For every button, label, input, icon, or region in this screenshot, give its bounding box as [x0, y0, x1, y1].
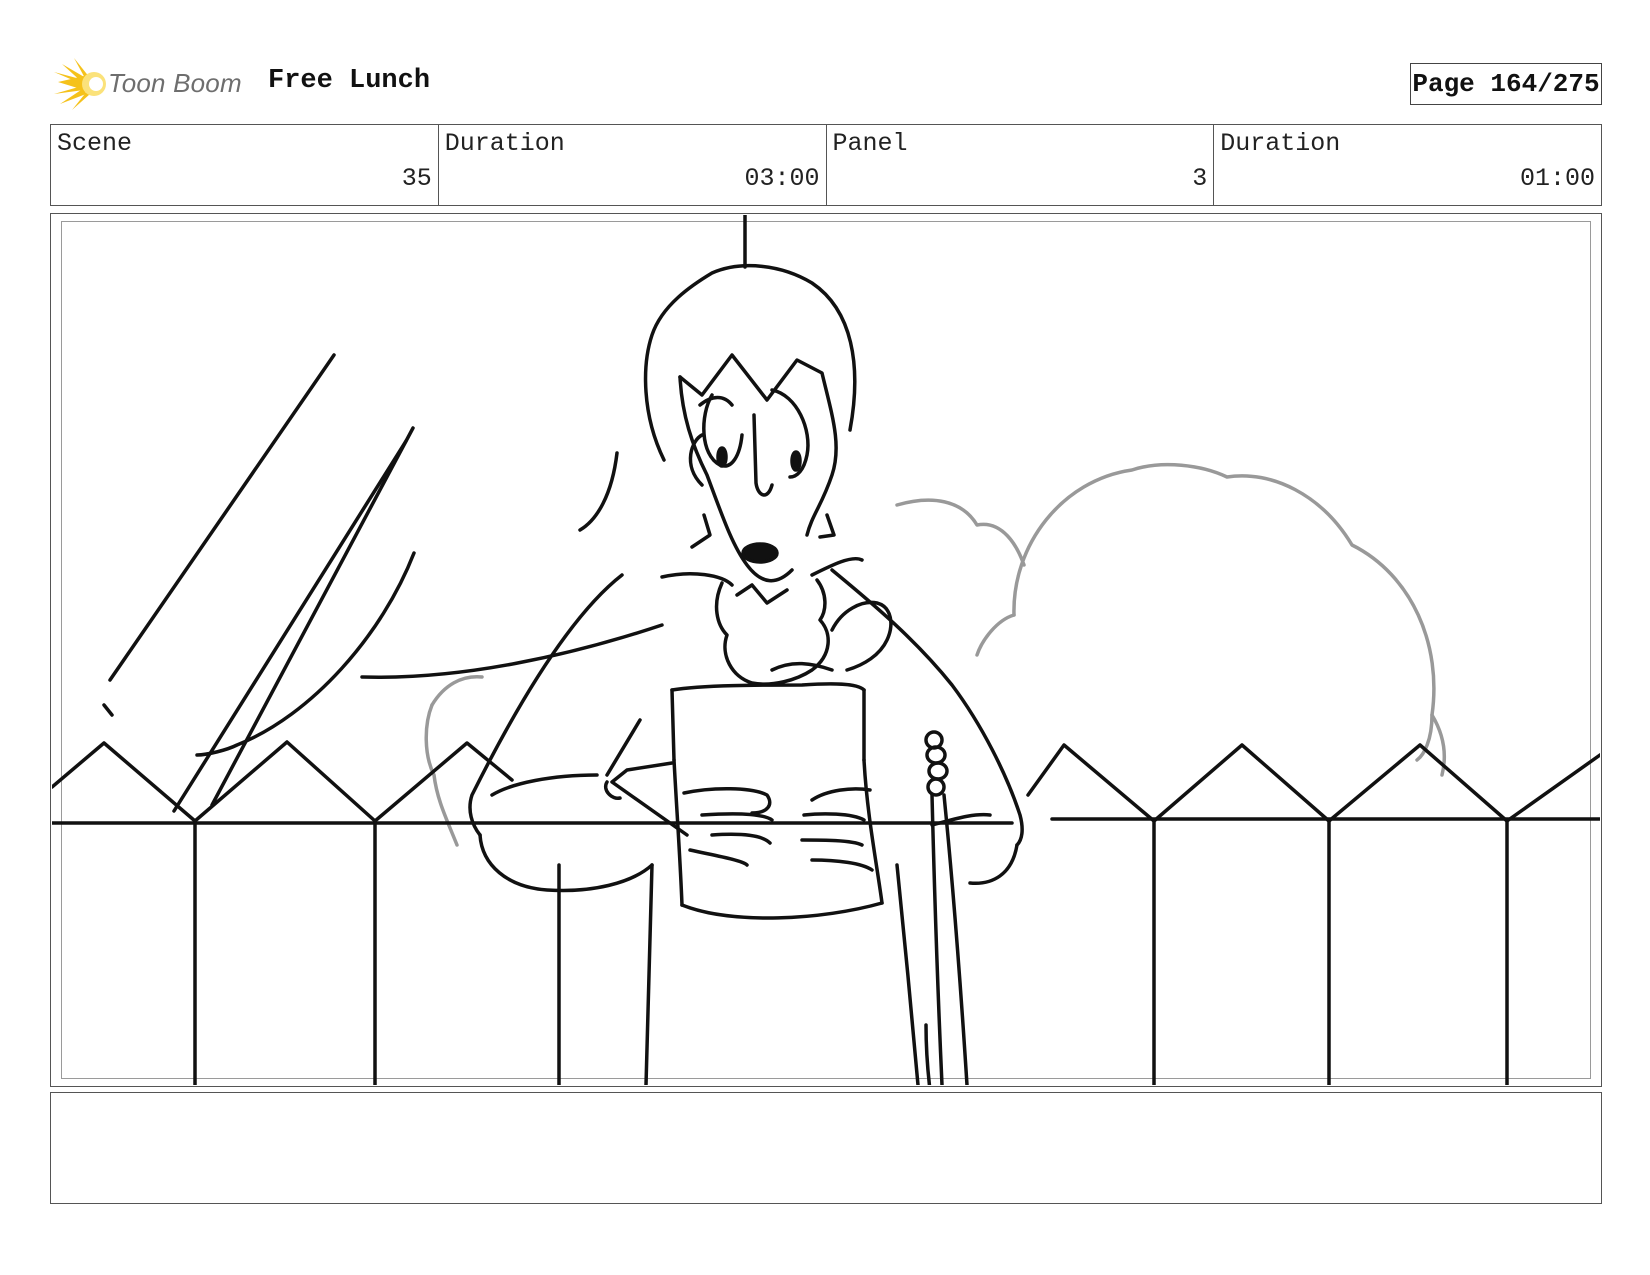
scene-value: 35 [401, 164, 432, 193]
panel-duration-value: 01:00 [1519, 164, 1595, 193]
scene-duration-value: 03:00 [744, 164, 820, 193]
storyboard-drawing [52, 215, 1600, 1085]
panel-notes-box [50, 1092, 1602, 1204]
panel-duration-label: Duration [1220, 129, 1341, 158]
sketch-svg [52, 215, 1600, 1085]
panel-cell: Panel 3 [827, 125, 1215, 205]
panel-duration-cell: Duration 01:00 [1214, 125, 1601, 205]
page-indicator: Page 164/275 [1410, 63, 1602, 105]
panel-label: Panel [832, 129, 908, 158]
character-sketch [468, 215, 1024, 1085]
project-title: Free Lunch [268, 66, 431, 96]
scene-duration-label: Duration [444, 129, 565, 158]
panel-info-row: Scene 35 Duration 03:00 Panel 3 Duration… [50, 124, 1602, 206]
scene-label: Scene [57, 129, 133, 158]
curtain-lines [102, 353, 664, 813]
panel-value: 3 [1192, 164, 1208, 193]
scene-cell: Scene 35 [51, 125, 439, 205]
toon-boom-flare-icon [54, 58, 106, 110]
toon-boom-logo: Toon Boom [54, 56, 250, 112]
logo-text: Toon Boom [108, 68, 242, 98]
scene-duration-cell: Duration 03:00 [439, 125, 827, 205]
